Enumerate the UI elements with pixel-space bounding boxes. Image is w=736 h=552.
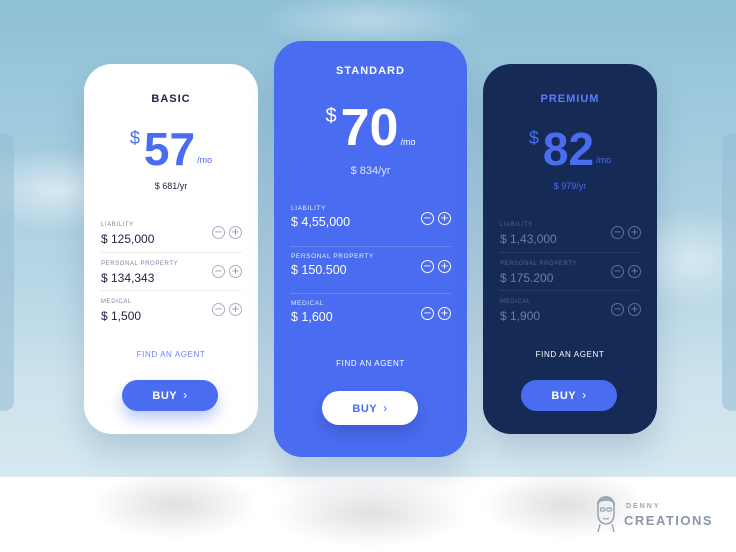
- yearly-price: $ 681/yr: [154, 181, 188, 191]
- coverage-value: $ 4,55,000: [291, 215, 351, 229]
- price-period: /mo: [596, 155, 612, 165]
- price-amount: 70: [340, 99, 399, 157]
- price-amount: 82: [542, 123, 595, 175]
- coverage-label: MEDICAL: [291, 300, 325, 307]
- coverage-value: $ 1,600: [291, 310, 333, 324]
- plan-card-standard: STANDARD $70/mo $ 834/yr LIABILITY $ 4,5…: [274, 41, 467, 457]
- coverage-value: $ 175.200: [500, 271, 554, 285]
- plan-name: STANDARD: [336, 65, 405, 77]
- coverage-row-liability: LIABILITY $ 4,55,000 − +: [290, 199, 451, 246]
- coverage-row-liability: LIABILITY $ 1,43,000 − +: [499, 214, 641, 252]
- logo-text-bottom: CREATIONS: [624, 513, 714, 528]
- plus-icon[interactable]: +: [438, 260, 451, 273]
- plan-name: PREMIUM: [540, 93, 600, 105]
- coverage-row-personal-property: PERSONAL PROPERTY $ 150.500 − +: [290, 246, 451, 293]
- find-agent-link[interactable]: FIND AN AGENT: [483, 350, 657, 359]
- minus-icon[interactable]: −: [611, 265, 624, 278]
- minus-icon[interactable]: −: [212, 303, 225, 316]
- currency-symbol: $: [325, 105, 337, 127]
- coverage-value: $ 125,000: [101, 232, 155, 246]
- coverage-value: $ 150.500: [291, 263, 347, 277]
- coverage-list: LIABILITY $ 4,55,000 − + PERSONAL PROPERT…: [290, 199, 451, 340]
- coverage-row-medical: MEDICAL $ 1,900 − +: [499, 290, 641, 328]
- price-period: /mo: [197, 155, 213, 165]
- coverage-label: LIABILITY: [101, 222, 134, 228]
- coverage-list: LIABILITY $ 1,43,000 − + PERSONAL PROPERT…: [499, 214, 641, 328]
- minus-icon[interactable]: −: [421, 212, 434, 225]
- price-period: /mo: [400, 137, 416, 147]
- plan-card-basic: BASIC $57/mo $ 681/yr LIABILITY $ 125,00…: [84, 64, 258, 434]
- plus-icon[interactable]: +: [628, 226, 641, 239]
- coverage-value: $ 1,43,000: [500, 232, 557, 246]
- price: $82/mo: [483, 122, 657, 176]
- coverage-value: $ 1,900: [500, 309, 541, 323]
- left-edge-panel: [0, 133, 14, 411]
- chevron-right-icon: ›: [383, 401, 388, 415]
- minus-icon[interactable]: −: [212, 265, 225, 278]
- plus-icon[interactable]: +: [438, 307, 451, 320]
- find-agent-link[interactable]: FIND AN AGENT: [274, 359, 467, 368]
- buy-label: BUY: [551, 390, 577, 402]
- buy-button-premium[interactable]: BUY ›: [521, 380, 617, 411]
- find-agent-link[interactable]: FIND AN AGENT: [84, 350, 258, 359]
- plus-icon[interactable]: +: [229, 265, 242, 278]
- card-shadow: [270, 478, 470, 548]
- logo-text-top: DENNY: [626, 503, 661, 510]
- plan-card-premium: PREMIUM $82/mo $ 979/yr LIABILITY $ 1,43…: [483, 64, 657, 434]
- buy-button-standard[interactable]: BUY ›: [322, 391, 418, 425]
- brand-logo: DENNY CREATIONS: [594, 496, 714, 534]
- plan-name: BASIC: [151, 93, 191, 105]
- coverage-row-medical: MEDICAL $ 1,600 − +: [290, 293, 451, 340]
- coverage-row-personal-property: PERSONAL PROPERTY $ 134,343 − +: [100, 252, 242, 290]
- coverage-row-medical: MEDICAL $ 1,500 − +: [100, 290, 242, 328]
- coverage-row-liability: LIABILITY $ 125,000 − +: [100, 214, 242, 252]
- coverage-label: PERSONAL PROPERTY: [500, 261, 578, 267]
- price-amount: 57: [143, 123, 196, 175]
- chevron-right-icon: ›: [183, 388, 188, 402]
- price: $70/mo: [274, 97, 467, 159]
- buy-label: BUY: [152, 390, 178, 402]
- yearly-price: $ 979/yr: [553, 181, 587, 191]
- buy-button-basic[interactable]: BUY ›: [122, 380, 218, 411]
- coverage-label: MEDICAL: [500, 299, 531, 305]
- right-edge-panel: [722, 133, 736, 411]
- currency-symbol: $: [528, 128, 539, 148]
- plus-icon[interactable]: +: [628, 303, 641, 316]
- face-logo-icon: [597, 496, 615, 532]
- buy-label: BUY: [352, 403, 378, 415]
- coverage-value: $ 1,500: [101, 309, 142, 323]
- yearly-price: $ 834/yr: [350, 165, 391, 177]
- coverage-label: PERSONAL PROPERTY: [101, 261, 179, 267]
- minus-icon[interactable]: −: [611, 303, 624, 316]
- currency-symbol: $: [129, 128, 140, 148]
- coverage-row-personal-property: PERSONAL PROPERTY $ 175.200 − +: [499, 252, 641, 290]
- coverage-label: PERSONAL PROPERTY: [291, 253, 374, 260]
- coverage-label: LIABILITY: [500, 222, 533, 228]
- plus-icon[interactable]: +: [628, 265, 641, 278]
- coverage-list: LIABILITY $ 125,000 − + PERSONAL PROPERTY…: [100, 214, 242, 328]
- price: $57/mo: [84, 122, 258, 176]
- card-shadow: [90, 470, 260, 540]
- plus-icon[interactable]: +: [229, 303, 242, 316]
- minus-icon[interactable]: −: [421, 260, 434, 273]
- coverage-label: MEDICAL: [101, 299, 132, 305]
- minus-icon[interactable]: −: [611, 226, 624, 239]
- chevron-right-icon: ›: [582, 388, 587, 402]
- minus-icon[interactable]: −: [212, 226, 225, 239]
- coverage-label: LIABILITY: [291, 205, 327, 212]
- minus-icon[interactable]: −: [421, 307, 434, 320]
- plus-icon[interactable]: +: [438, 212, 451, 225]
- coverage-value: $ 134,343: [101, 271, 155, 285]
- plus-icon[interactable]: +: [229, 226, 242, 239]
